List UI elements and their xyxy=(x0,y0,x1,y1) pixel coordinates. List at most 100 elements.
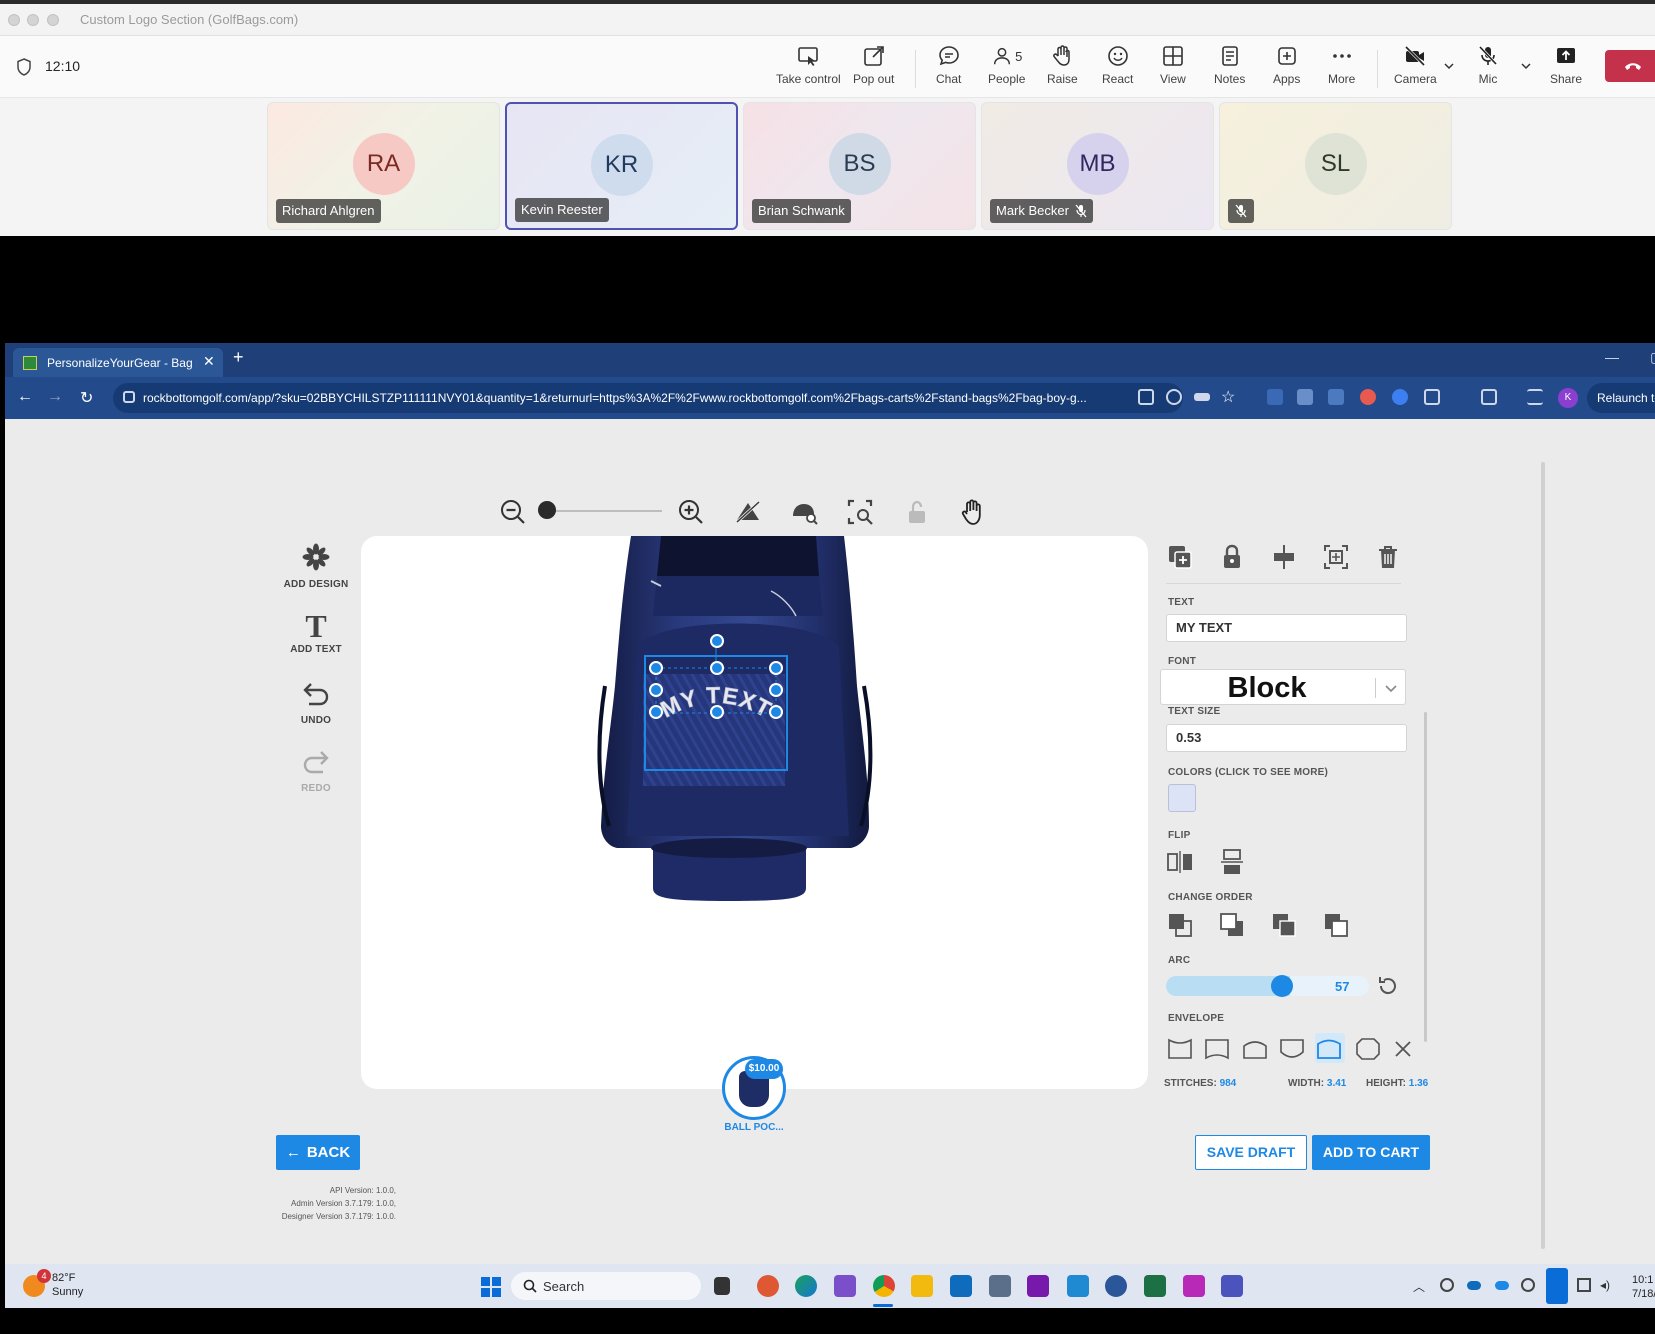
unlock-icon[interactable] xyxy=(903,498,931,526)
volume-icon[interactable]: ◂) xyxy=(1600,1278,1614,1292)
resize-handle[interactable] xyxy=(769,683,783,697)
windows-start-icon[interactable] xyxy=(481,1277,501,1297)
vscode-icon[interactable] xyxy=(1067,1275,1089,1297)
design-canvas[interactable]: MY TEXT xyxy=(361,536,1148,1089)
extension-icon[interactable] xyxy=(1392,389,1408,405)
resize-handle[interactable] xyxy=(710,705,724,719)
site-info-icon[interactable] xyxy=(123,391,135,403)
resize-handle[interactable] xyxy=(649,683,663,697)
chrome-icon[interactable] xyxy=(873,1275,895,1297)
mic-options-chevron-icon[interactable] xyxy=(1520,60,1532,72)
participant-tile-active-speaker[interactable]: KR Kevin Reester xyxy=(505,102,738,230)
network-icon[interactable] xyxy=(1440,1278,1454,1292)
lock-icon[interactable] xyxy=(1218,543,1246,571)
save-draft-button[interactable]: SAVE DRAFT xyxy=(1195,1135,1307,1170)
close-tab-icon[interactable]: ✕ xyxy=(203,353,215,370)
minimize-window-button[interactable] xyxy=(27,14,39,26)
panel-scrollbar[interactable] xyxy=(1424,712,1427,1042)
font-select[interactable]: Block xyxy=(1160,669,1406,705)
profile-avatar[interactable]: K xyxy=(1558,388,1578,408)
new-tab-button[interactable]: + xyxy=(233,347,244,368)
text-input[interactable]: MY TEXT xyxy=(1166,614,1407,642)
minimize-icon[interactable]: — xyxy=(1605,349,1619,365)
display-icon[interactable] xyxy=(1577,1278,1591,1292)
onenote-icon[interactable] xyxy=(1027,1275,1049,1297)
extensions-puzzle-icon[interactable] xyxy=(1424,389,1440,405)
participant-tile[interactable]: RA Richard Ahlgren xyxy=(267,102,500,230)
arc-slider-handle[interactable] xyxy=(1271,975,1293,997)
taskbar-search[interactable]: Search xyxy=(511,1272,701,1300)
task-view-icon[interactable] xyxy=(714,1277,730,1295)
zoom-window-button[interactable] xyxy=(47,14,59,26)
bring-to-front-icon[interactable] xyxy=(1166,911,1194,939)
taskbar-clock[interactable]: 10:1 7/18/ xyxy=(1632,1273,1655,1301)
browser-tab[interactable]: PersonalizeYourGear - Bag Boy ✕ xyxy=(13,348,223,377)
reset-arc-icon[interactable] xyxy=(1376,974,1400,998)
reading-list-icon[interactable] xyxy=(1527,389,1543,405)
hide-design-icon[interactable] xyxy=(734,498,762,526)
bookmark-star-icon[interactable]: ☆ xyxy=(1221,387,1235,407)
more-button[interactable]: More xyxy=(1328,44,1355,92)
pop-out-button[interactable]: Pop out xyxy=(853,44,894,92)
extension-icon[interactable] xyxy=(1360,389,1376,405)
duplicate-icon[interactable] xyxy=(1166,543,1194,571)
flip-vertical-icon[interactable] xyxy=(1218,848,1246,876)
resize-handle[interactable] xyxy=(769,661,783,675)
zoom-slider-handle[interactable] xyxy=(538,501,556,519)
resize-handle[interactable] xyxy=(710,661,724,675)
word-icon[interactable] xyxy=(1105,1275,1127,1297)
send-to-back-icon[interactable] xyxy=(1322,911,1350,939)
relaunch-button[interactable]: Relaunch to u xyxy=(1587,383,1655,413)
color-swatch[interactable] xyxy=(1168,784,1196,812)
back-arrow-icon[interactable]: ← xyxy=(17,388,33,406)
install-app-icon[interactable] xyxy=(1138,389,1154,405)
camera-button[interactable]: Camera xyxy=(1394,44,1437,92)
page-scrollbar[interactable] xyxy=(1541,462,1545,1249)
app-icon[interactable] xyxy=(1183,1275,1205,1297)
add-to-cart-button[interactable]: ADD TO CART xyxy=(1312,1135,1430,1170)
zoom-in-icon[interactable] xyxy=(677,498,705,526)
leave-button[interactable] xyxy=(1605,50,1655,82)
view-button[interactable]: View xyxy=(1160,44,1186,92)
excel-icon[interactable] xyxy=(1144,1275,1166,1297)
outlook-icon[interactable] xyxy=(950,1275,972,1297)
participant-tile[interactable]: BS Brian Schwank xyxy=(743,102,976,230)
app-icon[interactable] xyxy=(989,1275,1011,1297)
text-size-input[interactable]: 0.53 xyxy=(1166,724,1407,752)
undo-button[interactable]: UNDO xyxy=(281,678,351,726)
pan-hand-icon[interactable] xyxy=(959,498,987,526)
delete-trash-icon[interactable] xyxy=(1374,543,1402,571)
duckduckgo-icon[interactable] xyxy=(757,1275,779,1297)
teams-icon[interactable] xyxy=(1221,1275,1243,1297)
resize-handle[interactable] xyxy=(649,661,663,675)
people-button[interactable]: 5 People xyxy=(988,44,1025,92)
extension-icon[interactable] xyxy=(1297,389,1313,405)
forward-arrow-icon[interactable]: → xyxy=(47,388,63,406)
add-design-button[interactable]: ADD DESIGN xyxy=(281,542,351,590)
onedrive-icon[interactable] xyxy=(1495,1281,1509,1290)
add-text-button[interactable]: T ADD TEXT xyxy=(281,610,351,655)
fit-to-area-icon[interactable] xyxy=(1322,543,1350,571)
react-button[interactable]: React xyxy=(1102,44,1133,92)
resize-handle[interactable] xyxy=(649,705,663,719)
chat-button[interactable]: Chat xyxy=(936,44,961,92)
participant-tile[interactable]: SL xyxy=(1219,102,1452,230)
take-control-button[interactable]: Take control xyxy=(776,44,841,92)
raise-hand-button[interactable]: Raise xyxy=(1047,44,1078,92)
edge-icon[interactable] xyxy=(795,1275,817,1297)
extension-icon[interactable] xyxy=(1267,389,1283,405)
sync-icon[interactable] xyxy=(1521,1278,1535,1292)
bring-forward-icon[interactable] xyxy=(1218,911,1246,939)
notes-button[interactable]: Notes xyxy=(1214,44,1245,92)
resize-handle[interactable] xyxy=(769,705,783,719)
flip-horizontal-icon[interactable] xyxy=(1166,848,1194,876)
share-button[interactable]: Share xyxy=(1550,44,1582,92)
camera-options-chevron-icon[interactable] xyxy=(1443,60,1455,72)
apps-button[interactable]: Apps xyxy=(1273,44,1300,92)
screen-cast-icon[interactable] xyxy=(1481,389,1497,405)
participant-tile[interactable]: MB Mark Becker xyxy=(981,102,1214,230)
zoom-out-icon[interactable] xyxy=(499,498,527,526)
back-button[interactable]: ← BACK xyxy=(276,1135,360,1170)
extension-icon[interactable] xyxy=(1328,389,1344,405)
url-bar[interactable]: rockbottomgolf.com/app/?sku=02BBYCHILSTZ… xyxy=(113,383,1183,413)
